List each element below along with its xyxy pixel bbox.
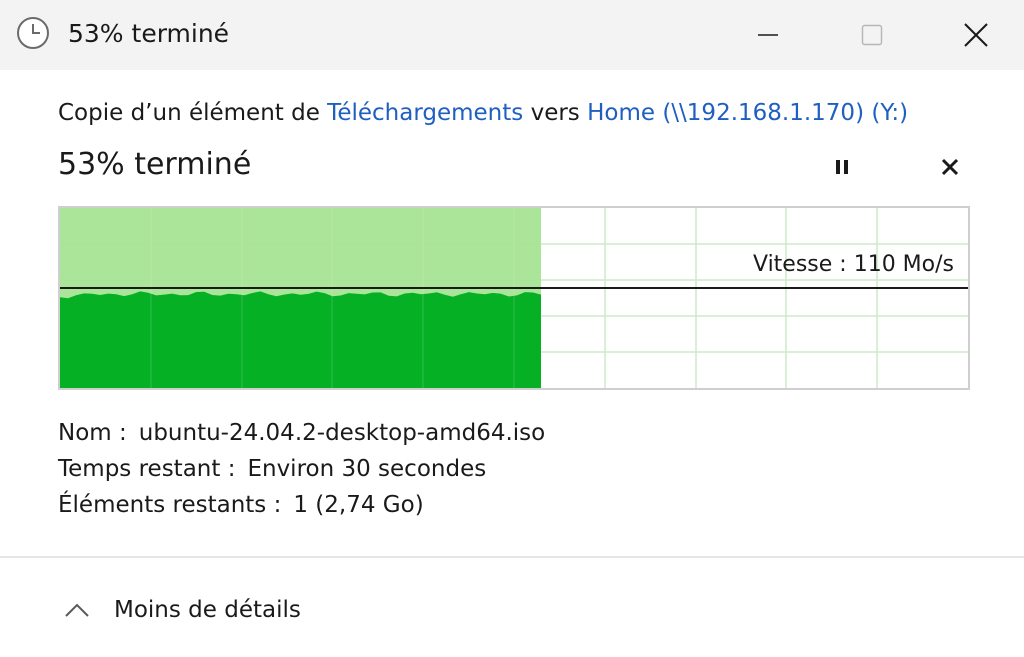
source-link[interactable]: Téléchargements (327, 100, 523, 126)
items-remaining-label: Éléments restants : (58, 492, 282, 518)
time-remaining-value: Environ 30 secondes (247, 456, 487, 482)
cancel-icon (941, 158, 959, 176)
graph-speed-area (60, 291, 541, 388)
clock-icon (17, 17, 49, 49)
maximize-icon (861, 24, 883, 46)
cancel-button[interactable] (930, 148, 970, 186)
operation-description: Copie d’un élément de Téléchargements ve… (58, 100, 908, 126)
maximize-button[interactable] (830, 0, 914, 70)
minimize-icon (758, 34, 778, 36)
file-name-row: Nom : ubuntu-24.04.2-desktop-amd64.iso (58, 420, 545, 446)
operation-middle: vers (523, 100, 588, 126)
operation-prefix: Copie d’un élément de (58, 100, 328, 126)
speed-label: Vitesse : 110 Mo/s (753, 252, 954, 277)
items-remaining-row: Éléments restants : 1 (2,74 Go) (58, 492, 424, 518)
pause-button[interactable] (822, 148, 862, 186)
window-title: 53% terminé (68, 19, 230, 48)
transfer-speed-graph: Vitesse : 110 Mo/s (58, 206, 970, 390)
chevron-up-icon (65, 603, 89, 617)
copy-dialog-body: Copie d’un élément de Téléchargements ve… (0, 70, 1024, 558)
close-icon (964, 23, 988, 47)
less-details-toggle[interactable]: Moins de détails (62, 590, 301, 630)
file-name-label: Nom : (58, 420, 127, 446)
progress-percent-text: 53% terminé (58, 147, 252, 182)
less-details-label: Moins de détails (114, 597, 301, 623)
time-remaining-row: Temps restant : Environ 30 secondes (58, 456, 486, 482)
speed-graph-canvas (60, 208, 968, 388)
pause-icon (836, 160, 848, 174)
title-bar: 53% terminé (0, 0, 1024, 70)
dialog-footer: Moins de détails (0, 558, 1024, 657)
close-button[interactable] (934, 0, 1018, 70)
time-remaining-label: Temps restant : (58, 456, 236, 482)
minimize-button[interactable] (726, 0, 810, 70)
items-remaining-value: 1 (2,74 Go) (293, 492, 424, 518)
destination-link[interactable]: Home (\\192.168.1.170) (Y:) (587, 100, 908, 126)
file-name-value: ubuntu-24.04.2-desktop-amd64.iso (138, 420, 546, 446)
